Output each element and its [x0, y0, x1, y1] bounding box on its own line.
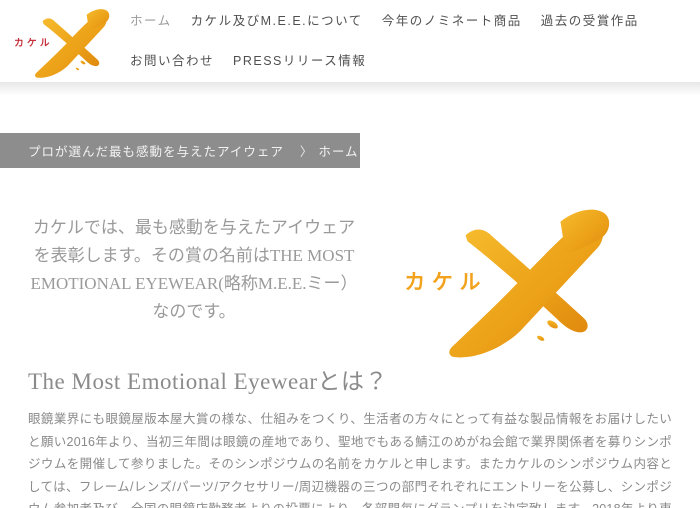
hero-section: カケルでは、最も感動を与えたアイウェアを表彰します。その賞の名前はTHE MOS…: [28, 192, 672, 358]
main-nav: ホーム カケル及びM.E.E.について 今年のノミネート商品 過去の受賞作品 お…: [130, 14, 678, 68]
header-divider: [0, 82, 700, 95]
logo-wordmark: カケル: [14, 38, 53, 49]
about-body-text: 眼鏡業界にも眼鏡屋版本屋大賞の様な、仕組みをつくり、生活者の方々にとって有益な製…: [28, 412, 672, 508]
intro-text: カケルでは、最も感動を与えたアイウェアを表彰します。その賞の名前はTHE MOS…: [30, 218, 358, 321]
main-content: カケルでは、最も感動を与えたアイウェアを表彰します。その賞の名前はTHE MOS…: [0, 192, 700, 508]
breadcrumb-separator-icon: 〉: [299, 145, 314, 159]
nav-item-home[interactable]: ホーム: [130, 14, 172, 28]
logo-wordmark: カケル: [404, 271, 487, 294]
nav-item-press-release[interactable]: PRESSリリース情報: [233, 54, 366, 68]
site-logo[interactable]: カケル: [12, 1, 120, 79]
brand-brush-x-icon: カケル: [14, 9, 110, 78]
brand-brush-x-icon: カケル: [404, 209, 610, 358]
nav-item-about-mee[interactable]: カケル及びM.E.E.について: [191, 14, 363, 28]
section-heading: The Most Emotional Eyewearとは？: [28, 369, 389, 394]
breadcrumb-page-title: プロが選んだ最も感動を与えたアイウェア: [28, 145, 284, 159]
breadcrumb-home-link[interactable]: ホーム: [318, 141, 358, 160]
nav-item-past-awards[interactable]: 過去の受賞作品: [541, 14, 639, 28]
site-header: カケル ホーム カケル及びM.E.E.について 今年のノミネート商品 過去の受賞…: [0, 0, 700, 82]
nav-item-nominees[interactable]: 今年のノミネート商品: [382, 14, 522, 28]
nav-item-contact[interactable]: お問い合わせ: [130, 54, 214, 68]
hero-logo: カケル: [360, 192, 672, 358]
breadcrumb: プロが選んだ最も感動を与えたアイウェア 〉 ホーム: [0, 133, 360, 168]
